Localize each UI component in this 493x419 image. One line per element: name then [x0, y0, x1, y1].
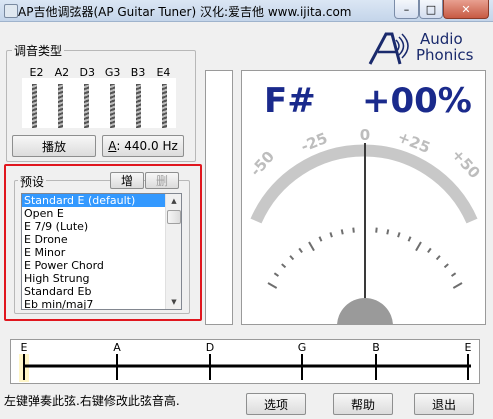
string-a2[interactable] [58, 84, 63, 128]
audio-phonics-logo: Audio Phonics [366, 30, 476, 66]
exit-button[interactable]: 退出 [414, 393, 474, 415]
dial-tick [273, 272, 280, 277]
level-meter [205, 70, 233, 325]
play-button[interactable]: 播放 [12, 135, 96, 157]
tuning-group-label: 调音类型 [12, 42, 65, 59]
options-button[interactable]: 选项 [246, 393, 306, 415]
help-button[interactable]: 帮助 [333, 393, 393, 415]
reference-value: : 440.0 Hz [116, 139, 178, 153]
dial-tick [281, 263, 287, 269]
dial-tick [435, 255, 441, 261]
fret-label[interactable]: A [113, 341, 121, 354]
status-text: 左键弹奏此弦.右键修改此弦音高. [4, 394, 180, 408]
highlight-frame [4, 164, 202, 321]
title-bar[interactable]: AP吉他调弦器(AP Guitar Tuner) 汉化:爱吉他 www.ijit… [0, 0, 493, 22]
minimize-button[interactable]: – [394, 0, 419, 19]
scale-label: -50 [247, 148, 279, 180]
close-button[interactable]: ✕ [443, 0, 489, 19]
needle-hub [337, 298, 393, 324]
string-e2[interactable] [32, 84, 37, 128]
string-b3[interactable] [136, 84, 141, 128]
fretboard[interactable]: E A D G B E [10, 339, 480, 384]
fret-label[interactable]: E [21, 341, 28, 354]
string-e4[interactable] [162, 84, 167, 128]
logo-text-phonics: Phonics [416, 46, 474, 64]
dial-tick [443, 263, 449, 269]
dial-tick [308, 241, 315, 252]
string-d3[interactable] [84, 84, 89, 128]
dial-tick [415, 241, 422, 252]
reference-prefix: A [108, 139, 117, 153]
dial-tick [450, 272, 457, 277]
fret-label[interactable]: D [206, 341, 214, 354]
dial-tick [452, 282, 463, 289]
fret-label[interactable]: G [298, 341, 307, 354]
dial-tick [352, 227, 355, 233]
dial-tick [375, 227, 378, 233]
maximize-button[interactable]: □ [419, 0, 443, 19]
dial-tick [407, 236, 412, 242]
dial-tick [318, 236, 323, 242]
strings-panel [22, 78, 176, 128]
window-title: AP吉他调弦器(AP Guitar Tuner) 汉化:爱吉他 www.ijit… [18, 5, 352, 19]
fret-label[interactable]: B [372, 341, 380, 354]
fret-label[interactable]: E [465, 341, 472, 354]
dial-tick [329, 232, 333, 238]
minimize-icon: – [403, 2, 410, 16]
dial-tick [427, 247, 432, 254]
string-g3[interactable] [110, 84, 115, 128]
dial-tick [267, 282, 278, 289]
meter-dial: -50 -25 0 +25 +50 [247, 126, 484, 324]
dial-tick [386, 229, 390, 235]
tuning-meter: F# +00% -50 -25 0 +25 +50 [241, 70, 486, 325]
scale-label: +50 [448, 145, 484, 182]
dial-tick [298, 247, 303, 254]
dial-tick [397, 232, 401, 238]
maximize-icon: □ [425, 2, 437, 16]
app-icon [4, 4, 18, 18]
scale-label: 0 [360, 126, 370, 144]
close-icon: ✕ [461, 2, 471, 16]
reference-pitch-button[interactable]: A: 440.0 Hz [102, 135, 184, 157]
fretboard-strings: E A D G B E [19, 341, 472, 382]
dial-tick [289, 255, 295, 261]
dial-tick [340, 229, 344, 235]
